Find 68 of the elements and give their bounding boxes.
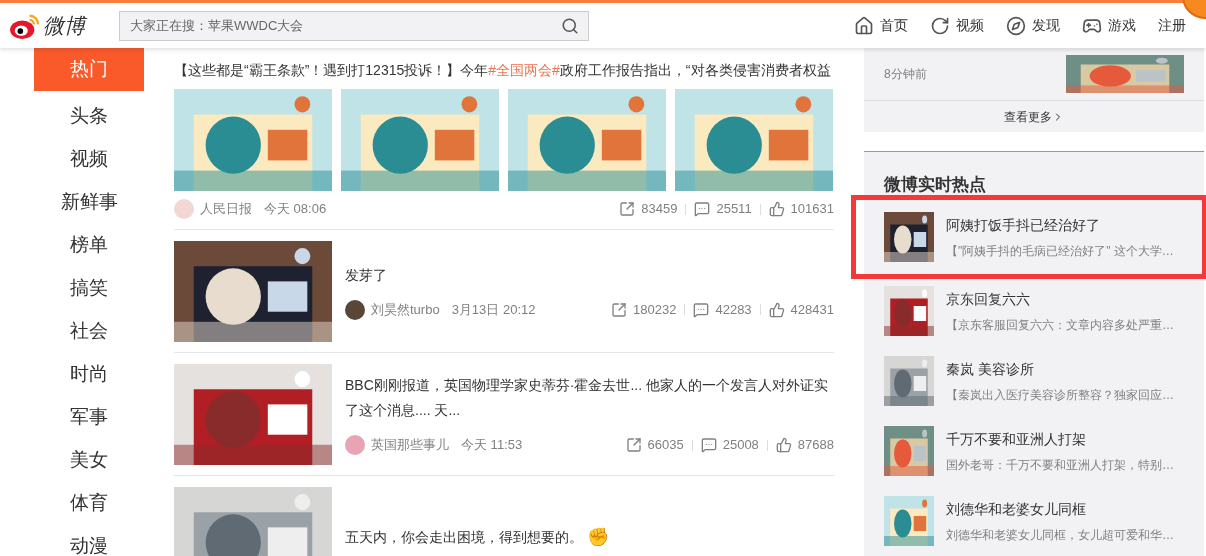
nav-link[interactable]: 发现 (1006, 15, 1060, 36)
nav-link[interactable]: 游戏 (1082, 15, 1136, 36)
post-time: 今天 08:06 (264, 200, 327, 219)
comment-icon[interactable] (693, 301, 710, 318)
like-count: 87688 (797, 436, 834, 455)
comment-count: 42283 (715, 300, 752, 319)
more-link[interactable]: 查看更多 (864, 100, 1204, 132)
sidebar-item[interactable]: 美女 (34, 439, 144, 482)
hot-summary: 【京东客服回复六六：文章内容多处严重… (946, 316, 1174, 334)
sidebar-item[interactable]: 社会 (34, 310, 144, 353)
hot-summary: 国外老哥：千万不要和亚洲人打架，特别… (946, 456, 1174, 474)
post-text: 发芽了 (345, 265, 387, 285)
search-icon[interactable] (561, 16, 579, 35)
nav-link[interactable]: 视频 (930, 15, 984, 36)
post-text: BBC刚刚报道，英国物理学家史蒂芬·霍金去世... 他家人的一个发言人对外证实了这个消息.... 天... (345, 376, 829, 420)
like-count: 101631 (790, 200, 834, 219)
share-count: 66035 (647, 436, 684, 455)
search-field[interactable]: 大家正在搜：苹果WWDC大会 (119, 10, 589, 41)
share-count: 180232 (633, 300, 677, 319)
comment-icon[interactable] (700, 437, 717, 453)
hot-summary: 刘德华和老婆女儿同框，女儿超可爱和华… (946, 526, 1174, 544)
share-icon[interactable] (619, 201, 636, 217)
author-name[interactable]: 刘昊然turbo (371, 299, 440, 320)
author-name[interactable]: 人民日报 (200, 199, 252, 219)
sidebar-item[interactable]: 新鲜事 (34, 181, 144, 224)
post-time: 今天 11:53 (461, 436, 523, 455)
hot-item[interactable]: 阿姨打饭手抖已经治好了 【"阿姨手抖的毛病已经治好了" 这个大学… (856, 200, 1202, 274)
sidebar-item[interactable]: 时尚 (34, 353, 144, 396)
post-text: 【这些都是“霸王条款”！遇到打12315投诉！】今年#全国两会#政府工作报告指出，“对各类侵害消费者权益 (174, 61, 832, 80)
fist-emoji: ✊ (587, 525, 609, 549)
panel-title: 微博实时热点 (884, 174, 987, 196)
like-icon[interactable] (775, 437, 792, 453)
nav-link[interactable]: 注册 (1158, 15, 1186, 36)
hot-item[interactable]: 京东回复六六 【京东客服回复六六：文章内容多处严重… (884, 276, 1194, 346)
home-icon (854, 15, 874, 36)
hot-summary: 【"阿姨手抖的毛病已经治好了" 这个大学… (946, 242, 1174, 260)
share-icon[interactable] (625, 437, 642, 453)
share-count: 83459 (641, 200, 678, 219)
hot-title: 千万不要和亚洲人打架 (946, 429, 1087, 449)
sidebar-item[interactable]: 榜单 (34, 224, 144, 267)
hot-title: 刘德华和老婆女儿同框 (946, 499, 1087, 519)
hot-title: 阿姨打饭手抖已经治好了 (946, 215, 1101, 235)
hot-summary: 【秦岚出入医疗美容诊所整容？独家回应… (946, 386, 1174, 404)
post-time: 3月13日 20:12 (451, 300, 536, 319)
hot-title: 京东回复六六 (946, 289, 1031, 309)
hot-item[interactable]: 刘德华和老婆女儿同框 刘德华和老婆女儿同框，女儿超可爱和华… (884, 486, 1194, 556)
nav-link[interactable]: 首页 (854, 15, 908, 36)
sidebar-item[interactable]: 视频 (34, 138, 144, 181)
like-count: 428431 (790, 300, 834, 319)
post-text: 五天内，你会走出困境，得到想要的。 (345, 527, 583, 547)
sidebar-item[interactable]: 头条 (34, 95, 144, 138)
post-time: 8分钟前 (884, 66, 927, 83)
hot-item[interactable]: 秦岚 美容诊所 【秦岚出入医疗美容诊所整容？独家回应… (884, 346, 1194, 416)
compass-icon (1006, 15, 1026, 36)
sidebar-item[interactable]: 军事 (34, 396, 144, 439)
sidebar-item[interactable]: 动漫 (34, 525, 144, 556)
comment-count: 25008 (722, 436, 759, 455)
comment-count: 25511 (716, 200, 752, 219)
like-icon[interactable] (768, 201, 785, 217)
sidebar-item[interactable]: 体育 (34, 482, 144, 525)
hot-title: 秦岚 美容诊所 (946, 359, 1035, 379)
like-icon[interactable] (768, 301, 785, 318)
author-name[interactable]: 英国那些事儿 (371, 435, 449, 455)
hot-item[interactable]: 千万不要和亚洲人打架 国外老哥：千万不要和亚洲人打架，特别… (884, 416, 1194, 486)
share-icon[interactable] (611, 301, 628, 318)
comment-icon[interactable] (694, 201, 711, 217)
sidebar-item[interactable]: 搞笑 (34, 267, 144, 310)
avatar[interactable] (345, 299, 365, 320)
